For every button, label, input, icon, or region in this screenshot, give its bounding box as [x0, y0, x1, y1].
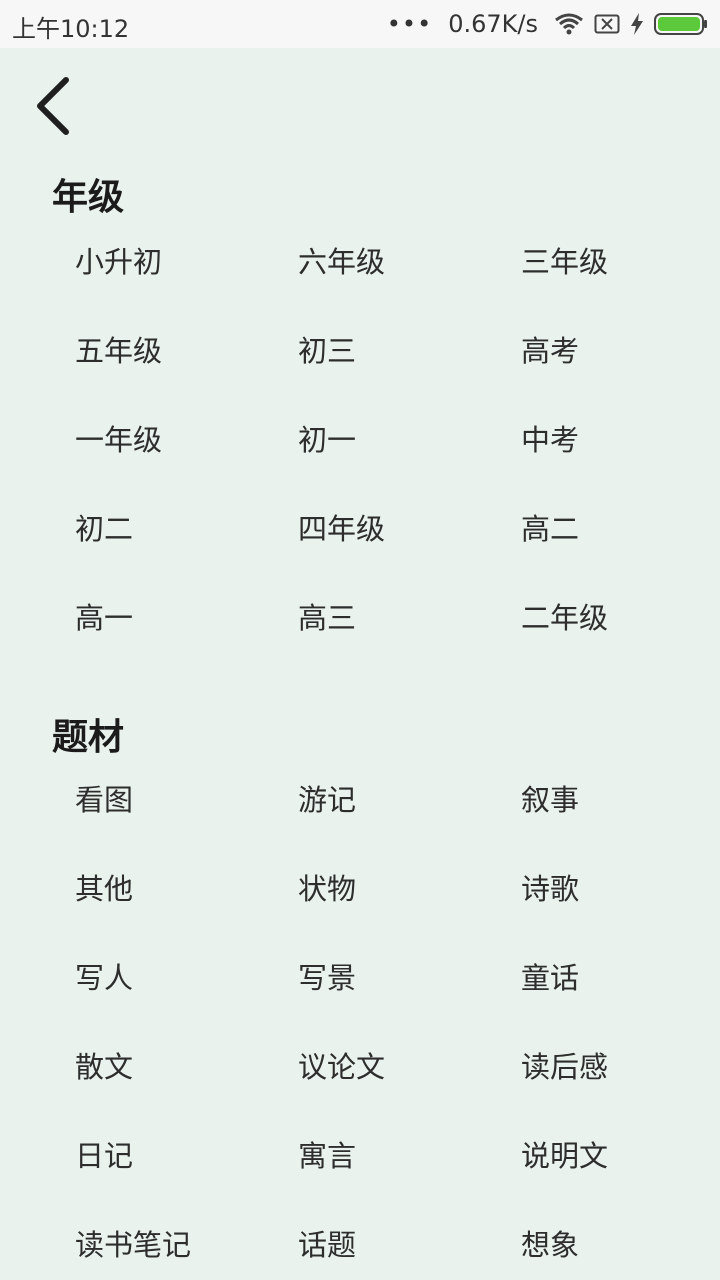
status-indicators: ••• 0.67K/s [387, 8, 708, 40]
theme-option[interactable]: 日记 [75, 1136, 133, 1176]
theme-option[interactable]: 游记 [298, 780, 356, 820]
more-notifications-icon: ••• [386, 10, 433, 38]
theme-option[interactable]: 诗歌 [521, 869, 579, 909]
charging-bolt-icon [631, 13, 643, 35]
status-time: 上午10:12 [12, 15, 130, 43]
theme-option[interactable]: 看图 [75, 780, 133, 820]
wifi-icon [555, 13, 583, 35]
theme-option[interactable]: 叙事 [521, 780, 579, 820]
theme-option[interactable]: 读后感 [521, 1047, 608, 1087]
battery-icon [654, 13, 707, 35]
grade-option[interactable]: 中考 [521, 420, 579, 460]
grade-option[interactable]: 高三 [298, 598, 356, 638]
theme-option[interactable]: 写人 [75, 958, 133, 998]
status-bar: 上午10:12 ••• 0.67K/s [0, 0, 720, 48]
grade-option[interactable]: 小升初 [75, 242, 162, 282]
theme-option[interactable]: 议论文 [298, 1047, 385, 1087]
theme-option[interactable]: 状物 [298, 869, 356, 909]
grade-option[interactable]: 四年级 [298, 509, 385, 549]
grade-option[interactable]: 高考 [521, 331, 579, 371]
grade-option[interactable]: 二年级 [521, 598, 608, 638]
network-speed: 0.67K/s [448, 10, 538, 38]
back-arrow-icon[interactable] [30, 74, 78, 138]
grade-option[interactable]: 三年级 [521, 242, 608, 282]
theme-section-title: 题材 [52, 717, 125, 758]
grade-option[interactable]: 初二 [75, 509, 133, 549]
grade-option[interactable]: 一年级 [75, 420, 162, 460]
theme-option[interactable]: 写景 [298, 958, 356, 998]
theme-option[interactable]: 说明文 [521, 1136, 608, 1176]
theme-option[interactable]: 想象 [521, 1225, 579, 1265]
grade-option[interactable]: 初三 [298, 331, 356, 371]
theme-option[interactable]: 童话 [521, 958, 579, 998]
theme-option[interactable]: 其他 [75, 869, 133, 909]
theme-option[interactable]: 寓言 [298, 1136, 356, 1176]
no-sim-icon [594, 14, 620, 34]
theme-option[interactable]: 话题 [298, 1225, 356, 1265]
grade-option[interactable]: 高一 [75, 598, 133, 638]
grade-option[interactable]: 六年级 [298, 242, 385, 282]
grade-option[interactable]: 初一 [298, 420, 356, 460]
grade-option[interactable]: 五年级 [75, 331, 162, 371]
grade-section-title: 年级 [52, 177, 125, 218]
theme-option[interactable]: 散文 [75, 1047, 133, 1087]
theme-option[interactable]: 读书笔记 [75, 1225, 191, 1265]
grade-option[interactable]: 高二 [521, 509, 579, 549]
